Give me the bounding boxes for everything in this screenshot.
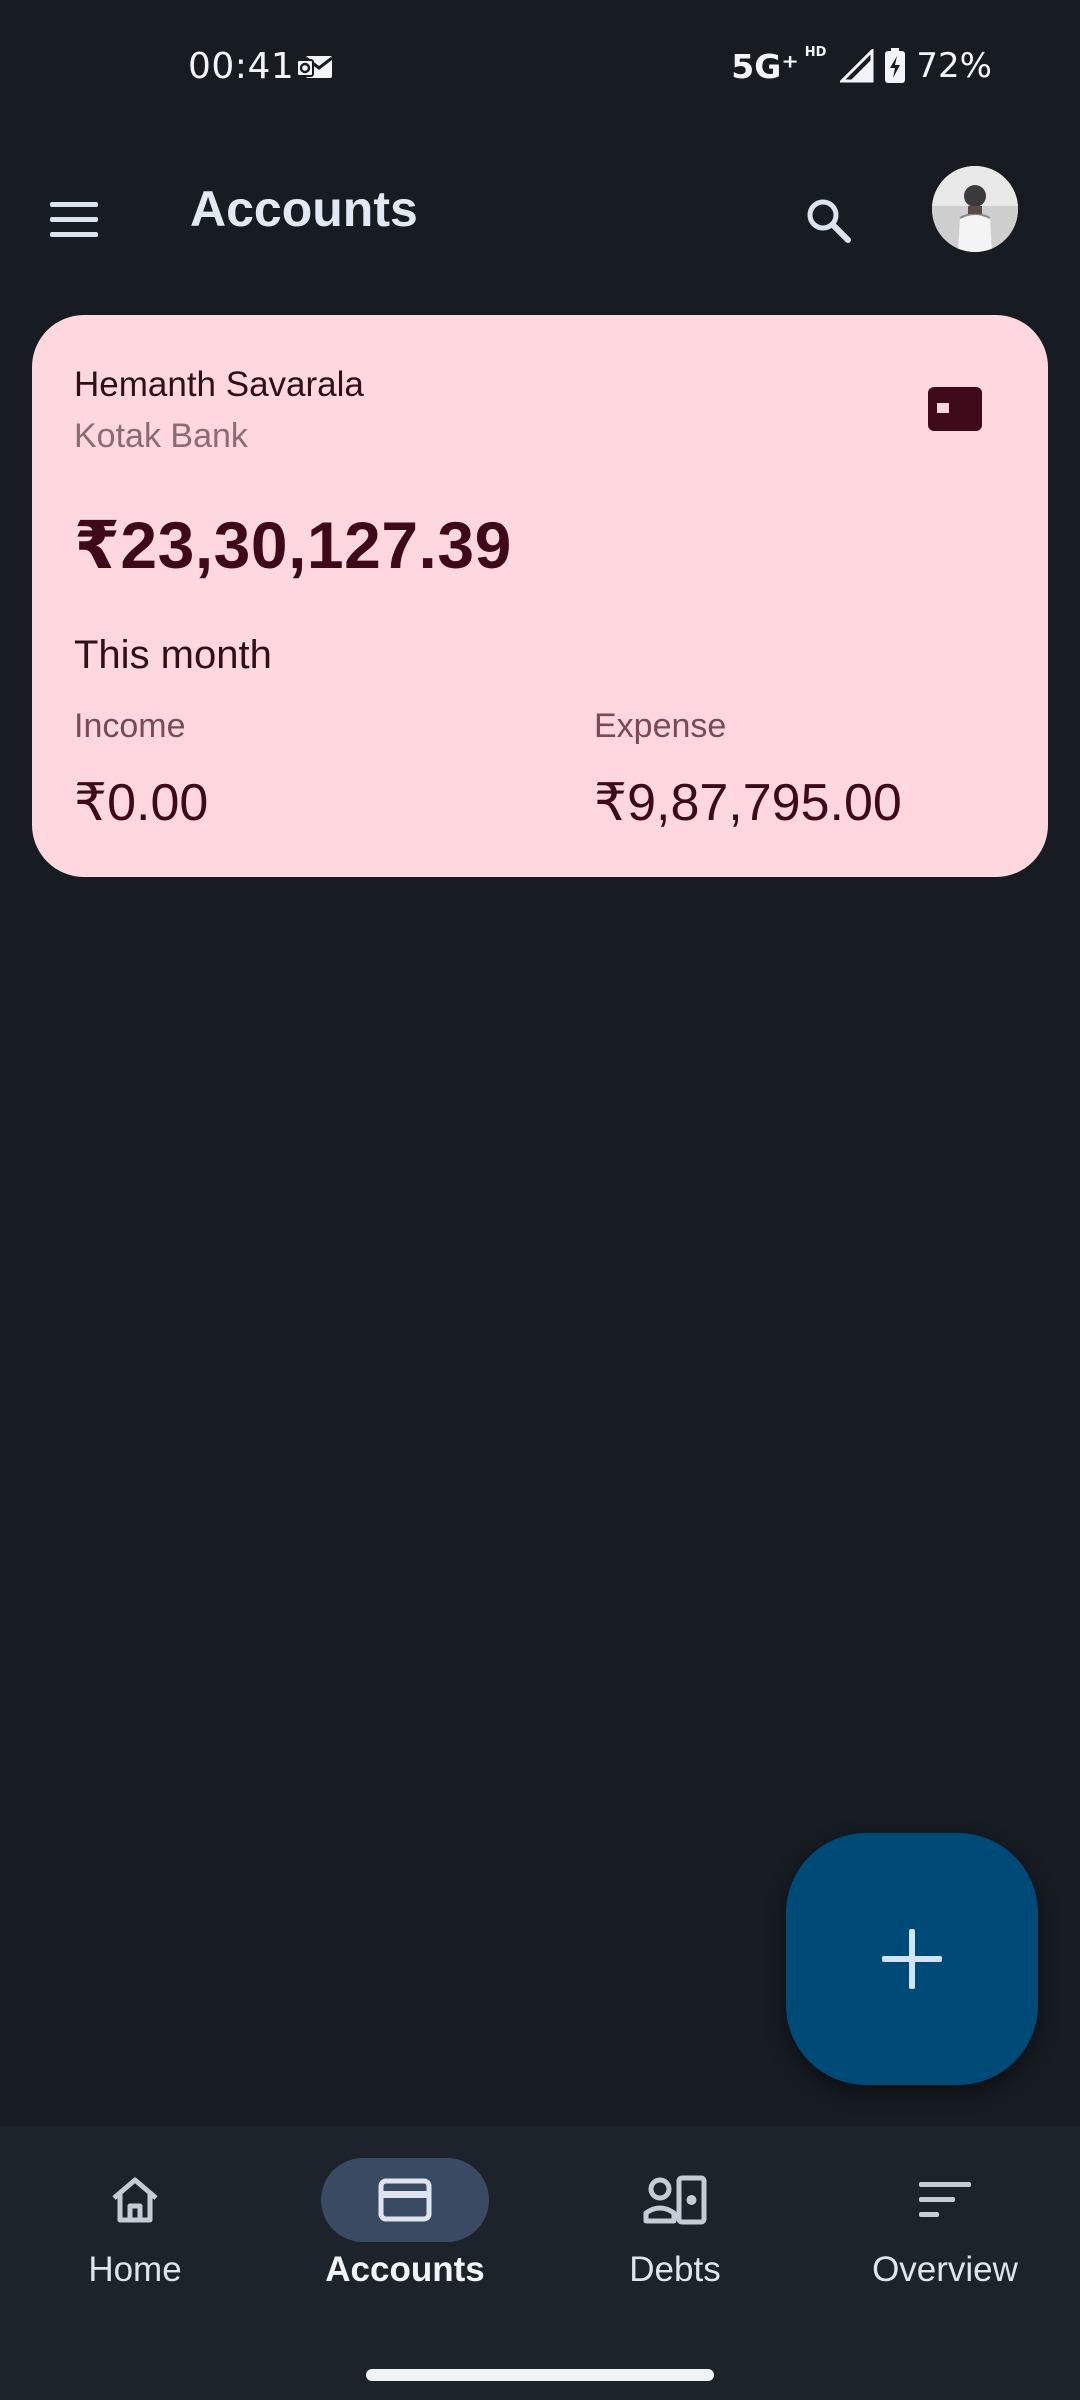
avatar-photo-icon [932,166,1018,252]
nav-accounts-label: Accounts [325,2250,485,2289]
nav-debts[interactable]: Debts [540,2158,810,2318]
search-button[interactable] [780,172,876,268]
nav-debts-icon-container [591,2158,759,2242]
profile-avatar[interactable] [932,166,1018,252]
nav-home[interactable]: Home [0,2158,270,2318]
nav-accounts-icon-container [321,2158,489,2242]
status-time: 00:41 [188,46,295,87]
debts-icon [643,2175,707,2225]
account-balance: ₹23,30,127.39 [74,508,512,582]
credit-card-icon [928,387,982,431]
add-account-button[interactable] [786,1833,1038,2085]
battery-percentage: 72% [916,46,992,86]
income-label: Income [74,707,186,745]
nav-accounts[interactable]: Accounts [270,2158,540,2318]
page-title: Accounts [190,181,418,237]
income-value: ₹0.00 [74,774,209,832]
nav-overview[interactable]: Overview [810,2158,1080,2318]
hd-indicator: HD [804,44,827,60]
top-app-bar: Accounts [0,136,1080,284]
nav-debts-label: Debts [629,2250,721,2289]
account-card[interactable]: Hemanth Savarala Kotak Bank ₹23,30,127.3… [32,315,1048,877]
mail-notification-icon [296,56,333,78]
period-label: This month [74,633,272,677]
network-type: 5G⁺ [731,46,799,86]
bank-name: Kotak Bank [74,417,248,455]
sort-lines-icon [919,2182,971,2217]
search-icon [807,199,851,243]
plus-icon [882,1929,942,1989]
account-holder-name: Hemanth Savarala [74,365,364,404]
nav-overview-label: Overview [872,2250,1018,2289]
nav-home-icon-container [51,2158,219,2242]
status-indicators: 5G⁺ HD 72% [731,44,992,87]
credit-card-outline-icon [378,2178,432,2222]
hamburger-menu-icon [50,202,98,237]
home-icon [112,2177,158,2223]
battery-charging-icon [885,48,906,83]
bottom-navigation: Home Accounts Debts Overview [0,2126,1080,2400]
nav-home-label: Home [88,2250,182,2289]
nav-overview-icon-container [861,2158,1029,2242]
expense-value: ₹9,87,795.00 [594,774,902,832]
signal-icon [840,49,874,83]
menu-button[interactable] [26,172,122,268]
status-bar: 00:41 5G⁺ HD 72% [0,0,1080,136]
home-indicator[interactable] [366,2369,714,2381]
expense-label: Expense [594,707,727,745]
